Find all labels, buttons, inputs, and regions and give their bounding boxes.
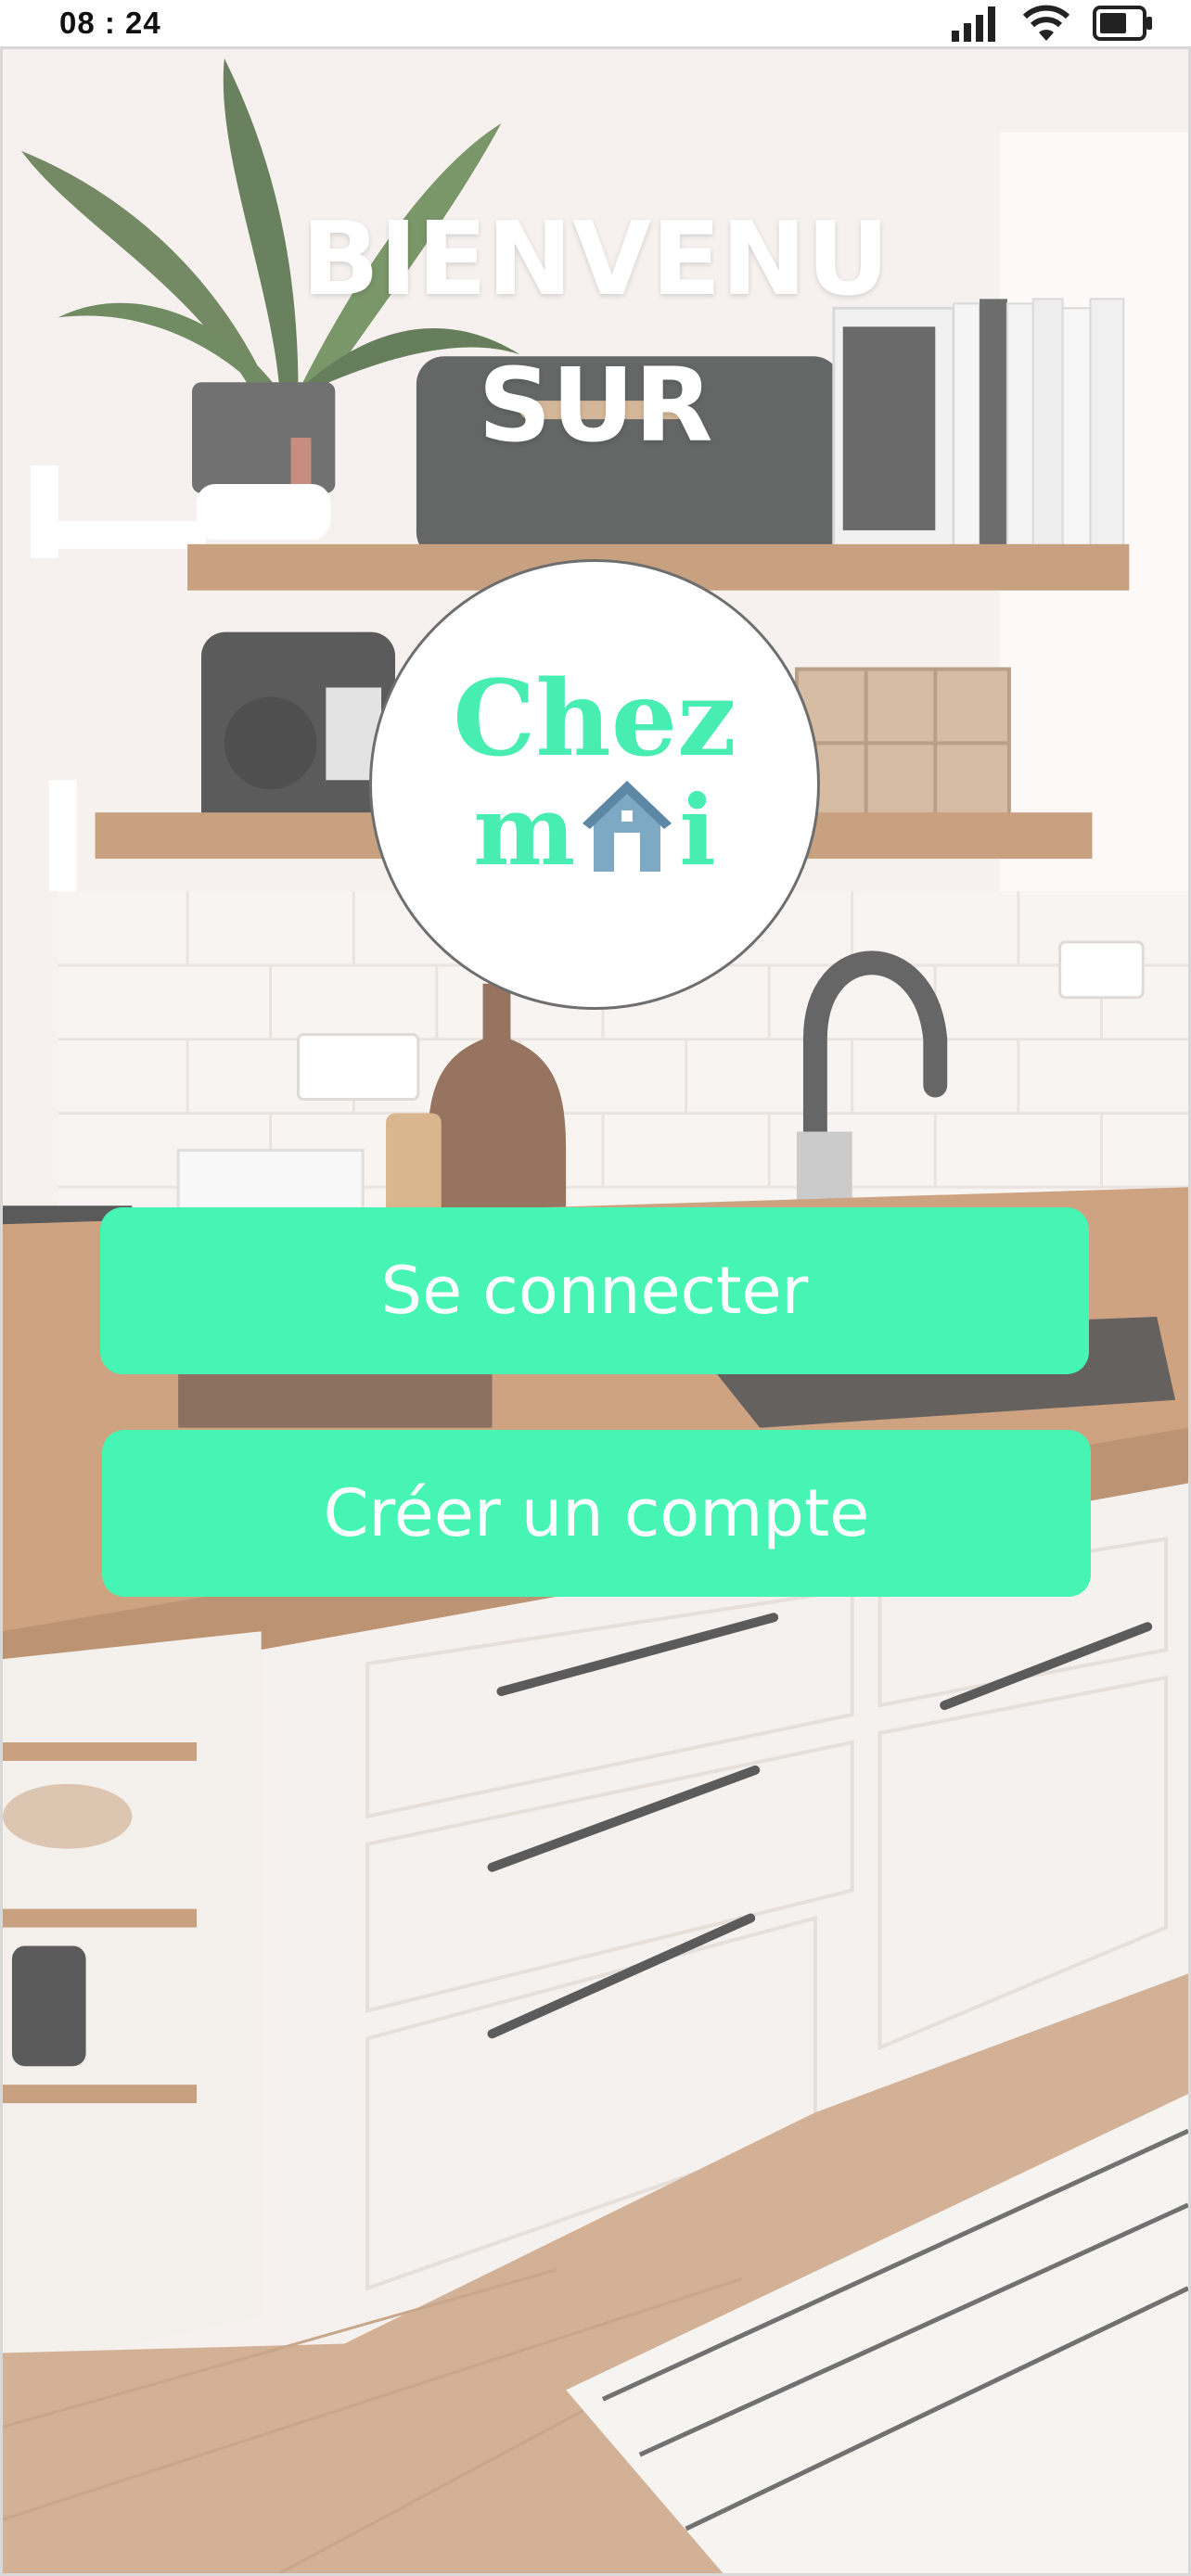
- logo-text-line2: m i: [372, 775, 817, 886]
- house-icon: [583, 781, 672, 872]
- wifi-icon: [1022, 5, 1070, 41]
- status-bar: 08 : 24: [0, 0, 1191, 46]
- logo-text-i: i: [679, 773, 716, 887]
- battery-icon: [1093, 6, 1152, 41]
- welcome-title-line2: SUR: [478, 346, 713, 465]
- create-account-button-label: Créer un compte: [323, 1475, 870, 1551]
- status-time: 08 : 24: [59, 6, 161, 40]
- app-logo: Chez m i: [369, 559, 820, 1010]
- status-icons: [950, 4, 1154, 43]
- logo-text-m: m: [473, 773, 576, 887]
- login-button[interactable]: Se connecter: [100, 1207, 1089, 1374]
- welcome-title-line1: BIENVENU: [301, 199, 890, 318]
- logo-text-line1: Chez: [453, 658, 736, 780]
- signal-icon: [952, 6, 995, 42]
- welcome-title: BIENVENU SUR: [0, 185, 1191, 478]
- create-account-button[interactable]: Créer un compte: [102, 1430, 1091, 1597]
- welcome-screen: 08 : 24 BIENVENU SUR Chez m i Se connect…: [0, 0, 1191, 2576]
- login-button-label: Se connecter: [380, 1253, 809, 1329]
